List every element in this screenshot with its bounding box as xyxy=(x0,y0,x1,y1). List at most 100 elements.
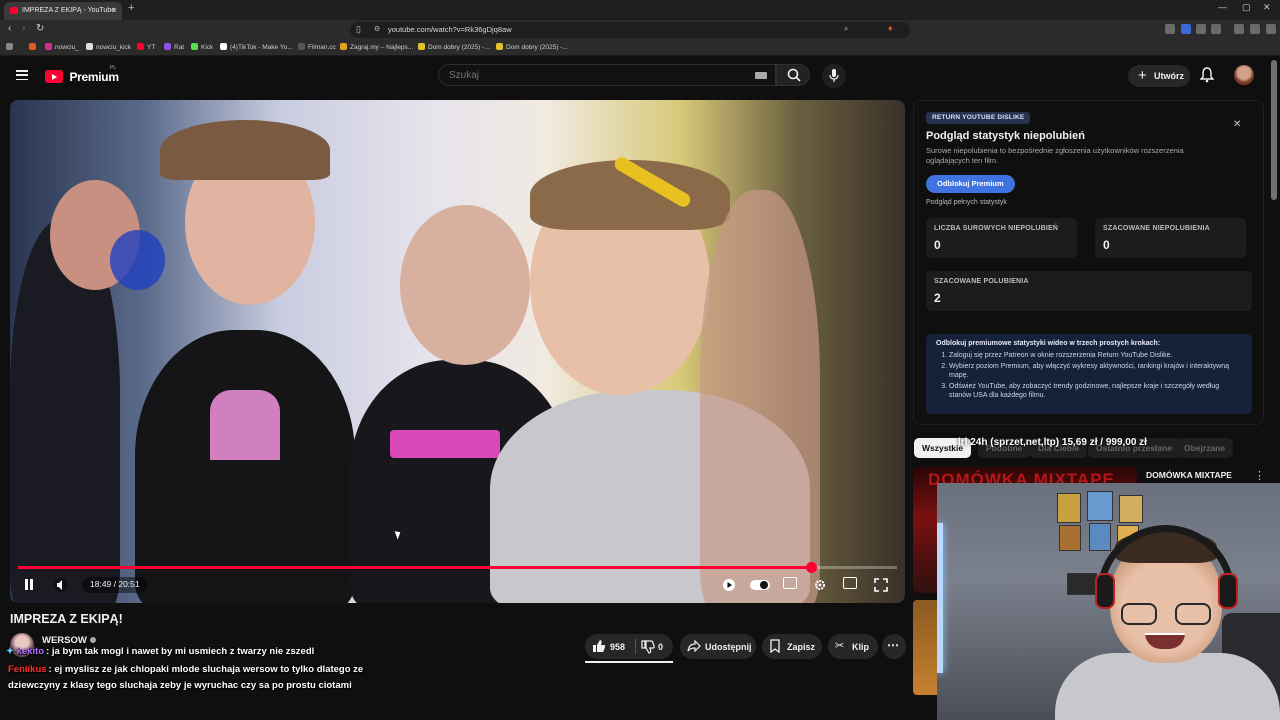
bookmark-item[interactable]: Rat xyxy=(164,43,184,51)
chat-username: kekito xyxy=(16,646,45,657)
share-button[interactable]: Udostępnij xyxy=(680,634,756,659)
progress-bar[interactable] xyxy=(18,562,897,573)
url-field[interactable]: ▯ ⚙ youtube.com/watch?v=Rk36gDjq8aw ⌕ ♦ xyxy=(350,22,910,38)
glasses xyxy=(1175,603,1211,625)
chat-text: : ej myslisz ze jak chlopaki mlode sluch… xyxy=(48,664,364,675)
maximize-icon[interactable]: ▢ xyxy=(1242,2,1251,13)
video-player[interactable]: 18:49 / 20:51 xyxy=(10,100,905,603)
ryd-step: Odśwież YouTube, aby zobaczyć trendy god… xyxy=(949,382,1242,400)
stat-estimated-likes: SZACOWANE POLUBIENIA 2 xyxy=(926,271,1252,311)
url-text: youtube.com/watch?v=Rk36gDjq8aw xyxy=(388,25,512,34)
extension-icon[interactable] xyxy=(1211,24,1221,34)
subtitles-icon[interactable] xyxy=(783,577,797,589)
menu-icon[interactable] xyxy=(1266,24,1276,34)
fullscreen-icon[interactable] xyxy=(874,578,888,592)
bookmark-item[interactable]: Filman.cc xyxy=(298,43,336,51)
like-count[interactable]: 958 xyxy=(610,642,625,652)
clip-button[interactable]: ✂ Klip xyxy=(828,634,878,659)
bookmark-item[interactable]: nowciu_kick xyxy=(86,43,131,51)
close-tab-icon[interactable]: × xyxy=(112,5,117,15)
pause-icon[interactable] xyxy=(24,579,34,590)
extension-icon[interactable] xyxy=(1165,24,1175,34)
back-icon[interactable]: ‹ xyxy=(8,23,11,34)
ryd-panel: RETURN YOUTUBE DISLIKE ✕ Podgląd statyst… xyxy=(913,100,1264,425)
user-avatar[interactable] xyxy=(1234,65,1254,85)
bookmark-item[interactable] xyxy=(29,43,39,51)
bookmark-item[interactable]: YT xyxy=(137,43,155,51)
more-actions-button[interactable]: ⋯ xyxy=(882,634,906,659)
chip-watched[interactable]: Obejrzane xyxy=(1176,438,1234,458)
hamburger-menu-icon[interactable] xyxy=(16,70,28,81)
close-icon[interactable]: ✕ xyxy=(1233,119,1241,130)
chat-username: Feniikus xyxy=(8,664,47,675)
bookmark-item[interactable]: Zagraj.my – Najleps... xyxy=(340,43,413,51)
streamer-hoodie xyxy=(1055,653,1280,720)
chat-message: ✦ kekito: ja bym tak mogl i nawet by mi … xyxy=(6,646,315,657)
media-icon[interactable] xyxy=(1234,24,1244,34)
site-info-icon[interactable]: ⚙ xyxy=(374,25,380,33)
dislike-count[interactable]: 0 xyxy=(658,642,663,652)
forward-icon[interactable]: › xyxy=(22,23,25,34)
glasses xyxy=(1121,603,1157,625)
like-ratio-bar xyxy=(585,661,673,663)
autoplay-toggle[interactable] xyxy=(750,580,770,590)
dislike-thumb-icon[interactable] xyxy=(641,640,655,654)
bookmark-item[interactable]: Dom dobry (2025) -... xyxy=(418,43,490,51)
bookmark-item[interactable]: Kick xyxy=(191,43,213,51)
logo-text: Premium xyxy=(69,69,119,84)
zoom-icon[interactable]: ⌕ xyxy=(844,24,848,34)
scissors-icon: ✂ xyxy=(835,640,845,652)
more-vertical-icon[interactable]: ⋮ xyxy=(1254,469,1265,482)
bookmark-item[interactable]: nowciu_ xyxy=(45,43,79,51)
save-button[interactable]: Zapisz xyxy=(762,634,822,659)
microphone-icon xyxy=(829,69,839,82)
search-button[interactable] xyxy=(776,64,810,86)
donation-goal-overlay: lrl 24h (sprzet,net,ltp) 15,69 zł / 999,… xyxy=(958,437,1147,448)
search-input[interactable] xyxy=(449,70,729,81)
country-code: PL xyxy=(110,65,117,71)
notifications-bell-icon[interactable] xyxy=(1200,67,1214,83)
minimize-icon[interactable]: — xyxy=(1218,2,1227,12)
channel-name[interactable]: WERSOW xyxy=(42,635,96,646)
create-label: Utwórz xyxy=(1154,71,1184,81)
settings-gear-icon[interactable] xyxy=(813,578,827,592)
clip-label: Klip xyxy=(852,642,869,652)
ryd-description: Surowe niepolubienia to bezpośrednie zgł… xyxy=(926,146,1184,165)
autoplay-play-icon[interactable] xyxy=(722,578,736,592)
ryd-title: Podgląd statystyk niepolubień xyxy=(926,130,1085,142)
keyboard-icon[interactable] xyxy=(755,72,767,79)
new-tab-icon[interactable]: + xyxy=(128,2,134,14)
wallet-icon[interactable] xyxy=(1250,24,1260,34)
search-box xyxy=(438,64,776,86)
apps-icon[interactable] xyxy=(6,43,16,51)
browser-tab[interactable]: IMPREZA Z EKIPĄ - YouTube × xyxy=(4,2,122,20)
bookmarks-bar: nowciu_ nowciu_kick YT Rat Kick (4)TikTo… xyxy=(0,40,1280,56)
voice-search-button[interactable] xyxy=(822,64,846,88)
youtube-favicon-icon xyxy=(10,7,18,14)
recommended-thumbnail[interactable] xyxy=(913,600,938,695)
progress-fill xyxy=(18,566,812,569)
unlock-premium-button[interactable]: Odblokuj Premium xyxy=(926,175,1015,193)
youtube-logo[interactable]: Premium xyxy=(45,68,119,86)
miniplayer-icon[interactable] xyxy=(843,577,857,589)
close-window-icon[interactable]: ✕ xyxy=(1263,2,1271,13)
page-scrollbar[interactable] xyxy=(1271,60,1277,200)
recommended-title[interactable]: DOMÓWKA MIXTAPE xyxy=(1146,470,1232,480)
volume-icon[interactable] xyxy=(54,578,68,592)
reload-icon[interactable]: ↻ xyxy=(36,23,44,34)
ryd-steps-heading: Odblokuj premiumowe statystyki wideo w t… xyxy=(936,340,1161,347)
extension-icon[interactable] xyxy=(1196,24,1206,34)
bookmark-page-icon[interactable]: ▯ xyxy=(356,24,361,35)
ryd-steps-box: Odblokuj premiumowe statystyki wideo w t… xyxy=(926,334,1252,414)
bookmark-item[interactable]: (4)TikTok - Make Yo... xyxy=(220,43,293,51)
like-thumb-icon[interactable] xyxy=(592,639,606,653)
led-light xyxy=(937,523,943,673)
bookmark-item[interactable]: Dom dobry (2025) -... xyxy=(496,43,568,51)
chat-text: : ja bym tak mogl i nawet by mi usmiech … xyxy=(46,646,315,657)
ryd-badge: RETURN YOUTUBE DISLIKE xyxy=(926,112,1031,124)
webcam-overlay xyxy=(937,483,1280,720)
stat-estimated-dislikes: SZACOWANE NIEPOLUBIENIA 0 xyxy=(1095,218,1246,258)
extension-icon[interactable] xyxy=(1181,24,1191,34)
brave-shield-icon[interactable]: ♦ xyxy=(888,23,893,33)
create-button[interactable]: + Utwórz xyxy=(1128,65,1190,87)
